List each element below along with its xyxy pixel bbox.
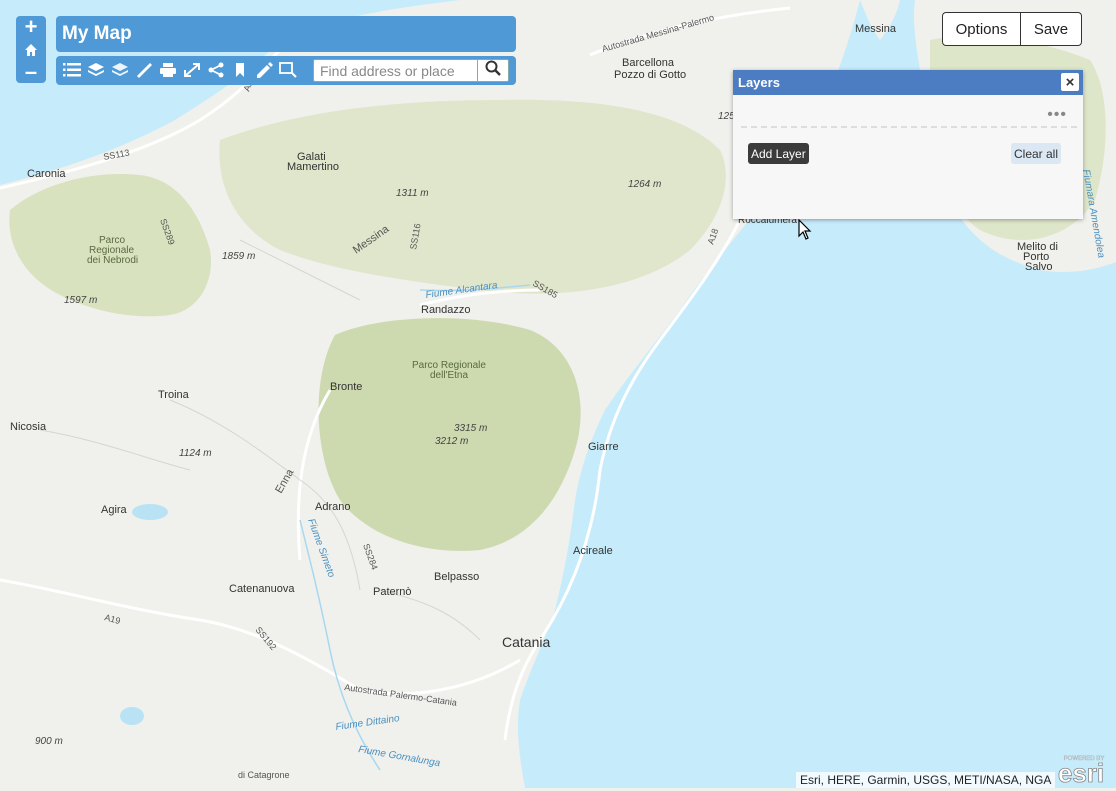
mouse-cursor-icon bbox=[798, 218, 812, 246]
svg-text:1311 m: 1311 m bbox=[396, 188, 429, 199]
map-actions: Options Save bbox=[942, 12, 1082, 46]
svg-text:Troina: Troina bbox=[158, 389, 190, 401]
print-icon[interactable] bbox=[158, 60, 178, 80]
esri-logo[interactable]: POWERED BY esri bbox=[1050, 752, 1112, 789]
svg-text:Messina: Messina bbox=[855, 23, 897, 35]
layers-panel: Layers × ••• Add Layer Clear all bbox=[733, 70, 1083, 219]
search-input[interactable] bbox=[314, 60, 491, 81]
map-attribution: Esri, HERE, Garmin, USGS, METI/NASA, NGA bbox=[796, 772, 1056, 788]
svg-text:Pozzo di Gotto: Pozzo di Gotto bbox=[614, 69, 686, 81]
search-button[interactable] bbox=[477, 60, 508, 81]
share-icon[interactable] bbox=[206, 60, 226, 80]
add-layer-button[interactable]: Add Layer bbox=[748, 143, 809, 164]
svg-text:Bronte: Bronte bbox=[330, 381, 362, 393]
svg-text:Randazzo: Randazzo bbox=[421, 304, 471, 316]
svg-text:Acireale: Acireale bbox=[573, 545, 613, 557]
close-icon[interactable]: × bbox=[1061, 73, 1079, 91]
zoom-out-button[interactable]: – bbox=[16, 61, 46, 83]
svg-text:900 m: 900 m bbox=[35, 736, 63, 747]
svg-text:1859 m: 1859 m bbox=[222, 251, 255, 262]
svg-text:di Catagrone: di Catagrone bbox=[238, 770, 290, 780]
measure-ruler-icon[interactable] bbox=[134, 60, 154, 80]
svg-text:Catania: Catania bbox=[502, 634, 550, 650]
fullscreen-icon[interactable] bbox=[182, 60, 202, 80]
svg-text:dei Nebrodi: dei Nebrodi bbox=[87, 255, 138, 266]
edit-pencil-icon[interactable] bbox=[254, 60, 274, 80]
svg-text:Mamertino: Mamertino bbox=[287, 161, 339, 173]
layers-panel-title: Layers bbox=[738, 75, 780, 90]
more-options-icon[interactable]: ••• bbox=[1047, 106, 1067, 124]
legend-list-icon[interactable] bbox=[62, 60, 82, 80]
basemap-layers-icon[interactable] bbox=[86, 60, 106, 80]
svg-text:Catenanuova: Catenanuova bbox=[229, 583, 295, 595]
divider bbox=[741, 126, 1077, 128]
svg-text:Nicosia: Nicosia bbox=[10, 421, 47, 433]
home-button[interactable] bbox=[16, 39, 46, 61]
zoom-control: + – bbox=[16, 16, 46, 83]
toolbar bbox=[56, 56, 516, 85]
svg-text:Salvo: Salvo bbox=[1025, 261, 1053, 273]
svg-text:dell'Etna: dell'Etna bbox=[430, 370, 468, 381]
svg-text:Adrano: Adrano bbox=[315, 501, 350, 513]
search-icon bbox=[485, 60, 501, 81]
lake bbox=[132, 504, 168, 520]
save-button[interactable]: Save bbox=[1021, 12, 1082, 46]
svg-text:1124 m: 1124 m bbox=[179, 448, 212, 459]
select-area-icon[interactable] bbox=[278, 60, 298, 80]
svg-text:Giarre: Giarre bbox=[588, 441, 619, 453]
map-title: My Map bbox=[62, 23, 132, 44]
svg-text:Caronia: Caronia bbox=[27, 168, 66, 180]
bookmark-icon[interactable] bbox=[230, 60, 250, 80]
esri-logo-text: esri bbox=[1058, 758, 1104, 786]
svg-text:Agira: Agira bbox=[101, 504, 128, 516]
svg-text:Belpasso: Belpasso bbox=[434, 571, 479, 583]
svg-text:1597 m: 1597 m bbox=[64, 295, 97, 306]
title-bar: My Map bbox=[56, 16, 516, 52]
zoom-in-button[interactable]: + bbox=[16, 16, 46, 38]
svg-text:1264 m: 1264 m bbox=[628, 179, 661, 190]
home-icon bbox=[24, 39, 38, 61]
clear-all-button[interactable]: Clear all bbox=[1011, 143, 1062, 164]
svg-text:Paternò: Paternò bbox=[373, 586, 412, 598]
svg-text:3315 m: 3315 m bbox=[454, 423, 487, 434]
layers-panel-header: Layers × bbox=[733, 70, 1083, 95]
lake bbox=[120, 707, 144, 725]
layers-icon[interactable] bbox=[110, 60, 130, 80]
search-box bbox=[313, 59, 509, 82]
svg-text:3212 m: 3212 m bbox=[435, 436, 468, 447]
options-button[interactable]: Options bbox=[942, 12, 1021, 46]
svg-text:Barcellona: Barcellona bbox=[622, 57, 675, 69]
